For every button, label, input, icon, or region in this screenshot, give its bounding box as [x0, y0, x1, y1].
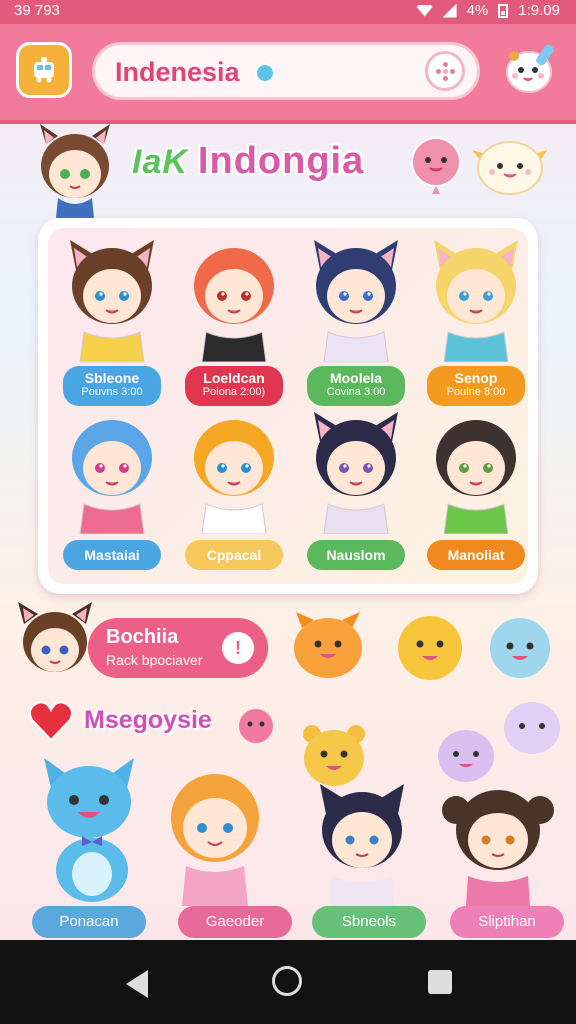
battery-icon: [498, 3, 509, 18]
character-subtitle: Covina 3:00: [326, 386, 386, 398]
character-subtitle: Pouvns 3:00: [81, 386, 143, 398]
character-grid: Sbleone Pouvns 3:00 Loeldcan Poiona 2:00) Mo…: [48, 228, 528, 584]
character-subtitle: Poulne 8:00: [446, 386, 506, 398]
scan-button[interactable]: [425, 51, 465, 91]
wifi-icon: [416, 4, 433, 17]
character-name: Moolela: [329, 370, 383, 386]
app-header: [0, 24, 576, 124]
character-name: Nauslom: [326, 547, 386, 563]
bus-icon: [34, 57, 54, 83]
orange-pet-icon: [294, 612, 362, 678]
character-avatar[interactable]: [300, 406, 412, 534]
balloon-mascot-icon: [411, 137, 461, 194]
bottom-character-label[interactable]: Sliptihan: [450, 906, 564, 938]
character-name-pill[interactable]: Mastaiai: [63, 540, 161, 570]
character-avatar[interactable]: [420, 406, 532, 534]
orange-hair-girl-character: [171, 774, 259, 906]
banner-logo: IaK: [132, 143, 188, 181]
character-name: Mastaiai: [84, 547, 140, 563]
character-grid-card: Sbleone Pouvns 3:00 Loeldcan Poiona 2:00) Mo…: [38, 218, 538, 594]
promo-alert-button[interactable]: !: [222, 632, 254, 664]
battery-percent: 4%: [466, 2, 489, 19]
yellow-pet-icon: [398, 616, 462, 680]
banner-character-avatar: [40, 124, 110, 218]
status-bar: 39 793 4% 1:9.09: [0, 0, 576, 24]
search-bar[interactable]: [92, 42, 480, 100]
purple-pet-icon: [504, 702, 560, 754]
banner-title-text: Indongia: [197, 140, 365, 182]
character-name-pill[interactable]: Cppacal: [185, 540, 283, 570]
character-name-pill[interactable]: Sbleone Pouvns 3:00: [63, 366, 161, 406]
promo-banner[interactable]: Bochiia Rack bpociaver !: [88, 618, 268, 678]
dark-hair-boy-character: [320, 784, 404, 906]
bottom-character-label[interactable]: Sbneols: [312, 906, 426, 938]
bottom-character-label[interactable]: Ponacan: [32, 906, 146, 938]
brown-hair-girl-character: [442, 790, 554, 906]
mascot-icon[interactable]: [500, 36, 562, 98]
app-home-button[interactable]: [16, 42, 72, 98]
cloud-pet-icon: [472, 141, 548, 195]
home-icon[interactable]: [272, 966, 302, 996]
character-name-pill[interactable]: Loeldcan Poiona 2:00): [185, 366, 283, 406]
character-name: Loeldcan: [203, 370, 265, 386]
character-name-pill[interactable]: Nauslom: [307, 540, 405, 570]
character-avatar[interactable]: [300, 234, 412, 362]
back-icon[interactable]: [126, 970, 148, 998]
character-name: Cppacal: [206, 547, 262, 563]
promo-subtitle: Rack bpociaver: [106, 652, 203, 668]
heart-icon: [29, 701, 73, 742]
character-subtitle: Poiona 2:00): [202, 386, 266, 398]
blue-cat-character: [44, 758, 134, 902]
banner-title: IaK Indongia: [132, 140, 364, 183]
signal-icon: [442, 3, 457, 18]
promo-character-avatar: [18, 602, 92, 672]
search-dot-icon: [255, 63, 275, 83]
status-clock: 1:9.09: [518, 2, 560, 19]
lavender-pet-icon: [438, 730, 494, 782]
character-name-pill[interactable]: Moolela Covina 3:00: [307, 366, 405, 406]
character-avatar[interactable]: [420, 234, 532, 362]
character-name-pill[interactable]: Manoliat: [427, 540, 525, 570]
promo-title: Bochiia: [106, 626, 179, 648]
pink-pig-icon: [239, 709, 273, 743]
character-avatar[interactable]: [56, 234, 168, 362]
character-avatar[interactable]: [178, 234, 290, 362]
status-time: 39 793: [14, 2, 60, 19]
section-title: Msegoysie: [84, 706, 212, 734]
character-name: Sbleone: [84, 370, 140, 386]
bottom-character-label[interactable]: Gaeoder: [178, 906, 292, 938]
character-name-pill[interactable]: Senop Poulne 8:00: [427, 366, 525, 406]
character-avatar[interactable]: [56, 406, 168, 534]
character-name: Senop: [454, 370, 498, 386]
character-name: Manoliat: [447, 547, 505, 563]
blue-pet-icon: [490, 618, 550, 678]
recent-apps-icon[interactable]: [428, 970, 452, 994]
character-avatar[interactable]: [178, 406, 290, 534]
